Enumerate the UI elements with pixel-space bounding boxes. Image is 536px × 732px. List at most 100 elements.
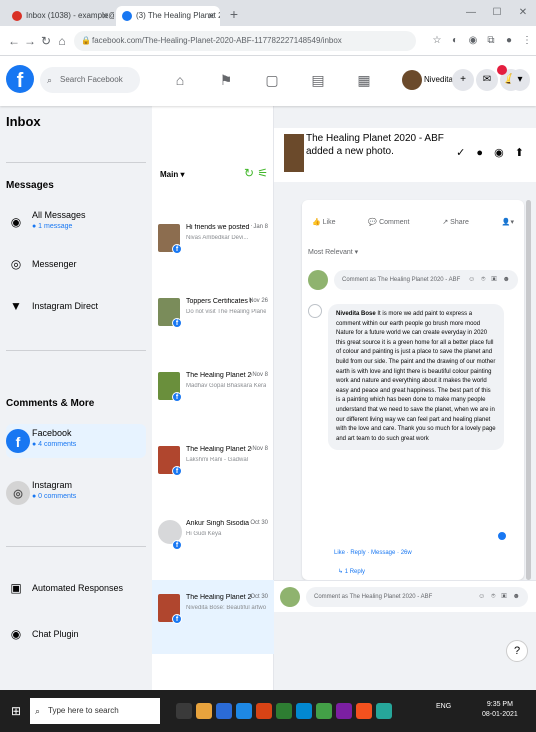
conversation-preview: Lakshmi Rani - Gadwal <box>186 457 249 463</box>
like-reaction-icon <box>496 530 508 542</box>
extension-icon[interactable]: ◐ <box>448 34 462 48</box>
home-button[interactable]: ⌂ <box>54 33 70 49</box>
help-button[interactable]: ? <box>506 640 528 662</box>
account-menu-button[interactable]: ▾ <box>510 69 530 91</box>
close-window-button[interactable]: ✕ <box>510 0 536 26</box>
sidebar-item-label: Messenger <box>32 259 77 269</box>
close-tab-icon[interactable]: ✕ <box>101 6 109 26</box>
filter-dropdown[interactable]: Main ▾ <box>160 170 184 179</box>
avatar <box>308 270 328 290</box>
list-item[interactable]: f Toppers Certificates fo... Nov 26 Do n… <box>152 284 274 358</box>
post-header: The Healing Planet 2020 - ABF added a ne… <box>274 128 536 182</box>
emoji-icons[interactable]: ☺ ⌾ ▣ ☻ <box>468 270 512 290</box>
word-icon[interactable] <box>236 703 252 719</box>
sort-dropdown[interactable]: Most Relevant ▾ <box>308 248 358 256</box>
list-item[interactable]: f The Healing Planet 2020 - A... Nov 8 M… <box>152 358 274 432</box>
sidebar-item-instagram[interactable]: ◎ Instagram ● 0 comments <box>6 476 146 510</box>
sidebar-item-label: All Messages <box>32 210 86 220</box>
star-icon[interactable]: ☆ <box>430 34 444 48</box>
facebook-logo[interactable]: f <box>6 65 34 93</box>
comment-input[interactable]: Comment as The Healing Planet 2020 - ABF… <box>334 270 518 290</box>
profile-link[interactable]: Nivedita <box>402 69 453 91</box>
task-view-icon[interactable] <box>176 703 192 719</box>
bottom-comment-composer: Comment as The Healing Planet 2020 - ABF… <box>274 580 536 612</box>
clock[interactable]: 9:35 PM 08-01-2021 <box>482 700 518 720</box>
conversation-preview: Hi Gudi Keya <box>186 531 222 537</box>
windows-start-button[interactable]: ⊞ <box>8 703 24 719</box>
tab-inbox[interactable]: Inbox (1038) - example@... ✕ <box>6 6 114 26</box>
like-button[interactable]: 👍 Like <box>308 214 340 232</box>
comment-composer: Comment as The Healing Planet 2020 - ABF… <box>308 268 518 292</box>
facebook-badge-icon: f <box>172 540 182 550</box>
menu-icon[interactable]: ⋮ <box>520 34 534 48</box>
scrollbar[interactable] <box>526 200 531 580</box>
comment-input[interactable]: Comment as The Healing Planet 2020 - ABF… <box>306 587 528 607</box>
audience-button[interactable]: 👤▾ <box>498 214 518 232</box>
conversation-preview: Nivas Ambedkar Devi... <box>186 235 249 241</box>
create-button[interactable]: + <box>452 69 474 91</box>
powerpoint-icon[interactable] <box>256 703 272 719</box>
system-tray[interactable]: ENG <box>436 702 451 711</box>
extension-icon[interactable]: ◉ <box>466 34 480 48</box>
excel-icon[interactable] <box>276 703 292 719</box>
app-icon[interactable] <box>336 703 352 719</box>
sidebar-item-all-messages[interactable]: ◉ All Messages ● 1 message <box>6 206 146 240</box>
facebook-badge-icon: f <box>172 244 182 254</box>
forward-button[interactable]: → <box>22 33 38 49</box>
messenger-icon: ◎ <box>10 257 22 271</box>
list-item[interactable]: f Ankur Singh Sisodia Oct 30 Hi Gudi Key… <box>152 506 274 580</box>
view-replies-link[interactable]: ↳ 1 Reply <box>338 568 365 575</box>
sidebar-item-facebook[interactable]: f Facebook ● 4 comments <box>6 424 146 458</box>
new-tab-button[interactable]: + <box>226 6 242 22</box>
conversation-name: Ankur Singh Sisodia <box>186 520 250 527</box>
list-item[interactable]: f The Healing Planet 2020 - A... Nov 8 L… <box>152 432 274 506</box>
chrome-icon[interactable] <box>316 703 332 719</box>
page-name[interactable]: The Healing Planet 2020 - ABF <box>306 132 456 145</box>
conversation-name: The Healing Planet 2020 - A... <box>186 594 252 601</box>
back-button[interactable]: ← <box>6 33 22 49</box>
minimize-button[interactable]: — <box>458 0 484 26</box>
puzzle-icon[interactable]: ⧉ <box>484 34 498 48</box>
edge-icon[interactable] <box>296 703 312 719</box>
taskbar-search-input[interactable]: ⌕ Type here to search <box>30 698 160 724</box>
comment-placeholder: Comment as The Healing Planet 2020 - ABF <box>314 594 433 600</box>
share-button[interactable]: ↗ Share <box>438 214 473 232</box>
tab-facebook[interactable]: (3) The Healing Planet 2020 - A... ✕ <box>116 6 220 26</box>
app-icon[interactable] <box>356 703 372 719</box>
flag-icon[interactable]: ⚑ <box>216 70 236 90</box>
file-explorer-icon[interactable] <box>196 703 212 719</box>
marketplace-icon[interactable]: ▤ <box>308 70 328 90</box>
comment-text: It is more we add paint to express a com… <box>336 311 496 442</box>
app-icon[interactable] <box>376 703 392 719</box>
list-item[interactable]: f Hi friends we posted fo... Jan 8 Nivas… <box>152 210 274 284</box>
maximize-button[interactable]: ☐ <box>484 0 510 26</box>
search-input[interactable]: ⌕ Search Facebook <box>40 67 140 93</box>
divider <box>6 350 146 351</box>
url-input[interactable]: 🔒 facebook.com/The-Healing-Planet-2020-A… <box>74 31 416 51</box>
sidebar-item-instagram-direct[interactable]: ▼ Instagram Direct <box>6 290 146 324</box>
search-placeholder: Search Facebook <box>60 75 123 84</box>
filter-icons[interactable]: ↻ ⚟ <box>244 166 268 180</box>
facebook-badge-icon: f <box>172 318 182 328</box>
messenger-button[interactable]: ✉ <box>476 69 498 91</box>
sidebar-item-chat-plugin[interactable]: ◉ Chat Plugin <box>6 618 146 652</box>
messages-heading: Messages <box>6 180 54 191</box>
groups-icon[interactable]: ▦ <box>354 70 374 90</box>
close-tab-icon[interactable]: ✕ <box>207 6 215 26</box>
sidebar-item-label: Chat Plugin <box>32 629 79 639</box>
profile-icon[interactable]: ● <box>502 34 516 48</box>
post-header-actions[interactable]: ✓ ● ◉ ⬆ <box>456 146 528 159</box>
comment-author[interactable]: Nivedita Bose <box>336 311 376 317</box>
sidebar-item-automated-responses[interactable]: ▣ Automated Responses <box>6 572 146 606</box>
reload-button[interactable]: ↻ <box>38 33 54 49</box>
comment-button[interactable]: 💬 Comment <box>364 214 413 232</box>
taskbar: ⊞ ⌕ Type here to search ENG 9:35 PM 08-0… <box>0 690 536 732</box>
sidebar-item-messenger[interactable]: ◎ Messenger <box>6 248 146 282</box>
comment-actions[interactable]: Like · Reply · Message · 26w <box>334 550 412 556</box>
list-item[interactable]: f The Healing Planet 2020 - A... Oct 30 … <box>152 580 274 654</box>
watch-icon[interactable]: ▢ <box>262 70 282 90</box>
store-icon[interactable] <box>216 703 232 719</box>
gmail-favicon-icon <box>12 11 22 21</box>
emoji-icons[interactable]: ☺ ⌾ ▣ ☻ <box>478 587 522 607</box>
home-icon[interactable]: ⌂ <box>170 70 190 90</box>
